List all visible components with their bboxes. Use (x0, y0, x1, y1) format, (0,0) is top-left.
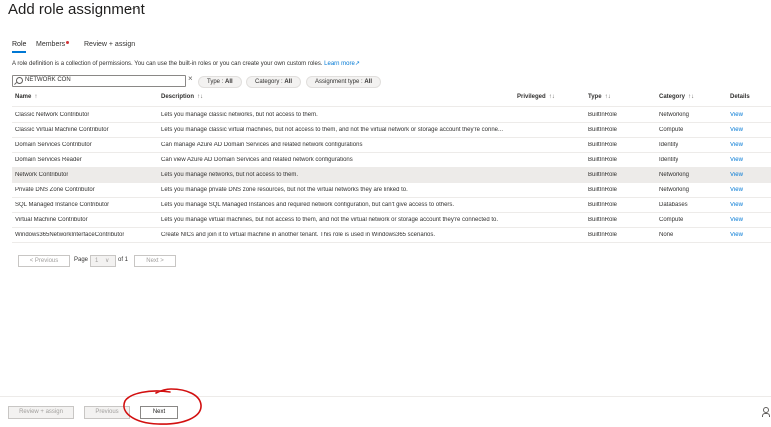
person-icon[interactable] (762, 407, 770, 417)
person-body (762, 413, 770, 417)
annotation-circle (123, 388, 202, 425)
